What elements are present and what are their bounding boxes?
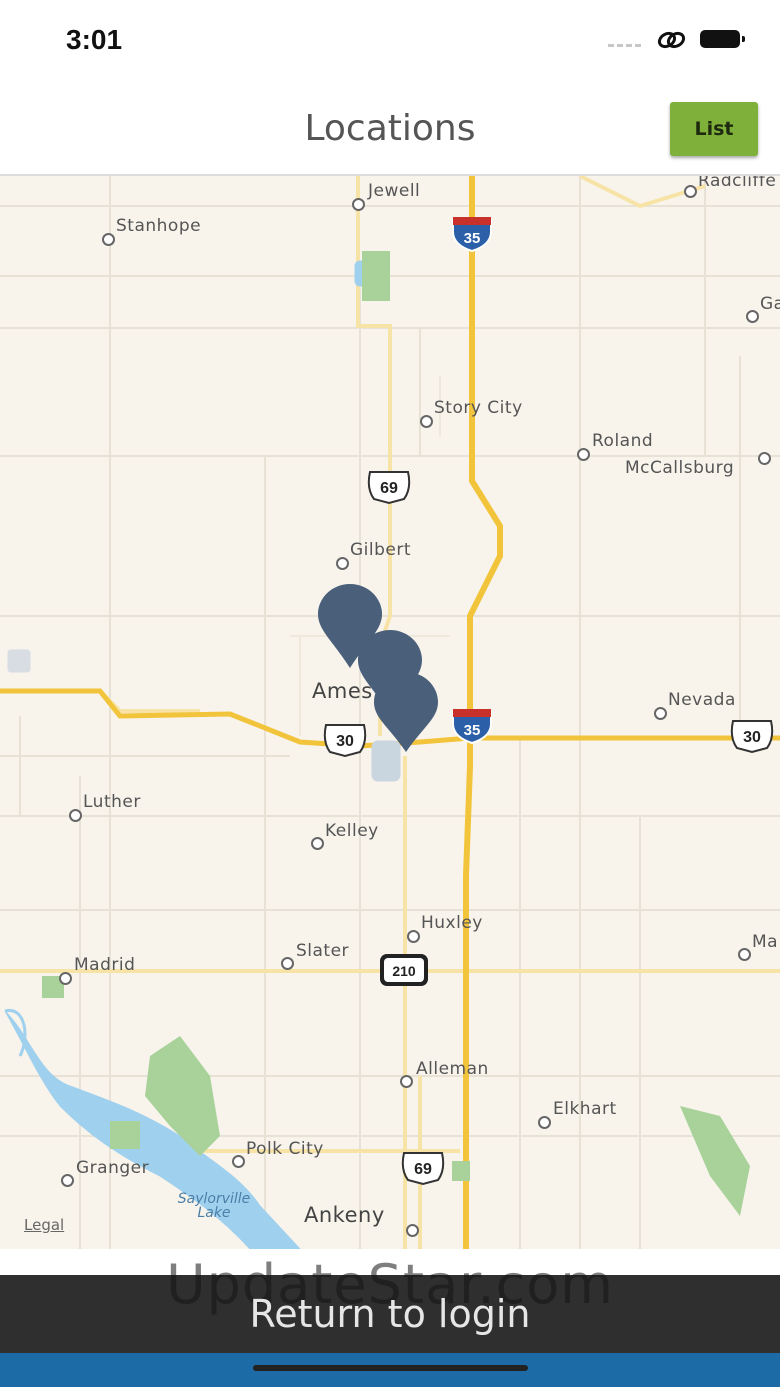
status-time: 3:01 [66, 24, 123, 55]
place-dot [654, 707, 667, 720]
signal-icon [608, 44, 650, 48]
place-label: Slater [296, 941, 350, 961]
state-210-shield: 210 [380, 954, 428, 986]
place-label: Nevada [668, 690, 736, 710]
place-dot [311, 837, 324, 850]
us-69-shield: 69 [367, 471, 411, 505]
shield-number: 69 [414, 1161, 432, 1178]
place-label: Granger [76, 1158, 150, 1178]
place-label: Huxley [421, 913, 483, 933]
place-dot [232, 1155, 245, 1168]
shield-number: 30 [743, 729, 761, 746]
place-dot [538, 1116, 551, 1129]
home-bar-area [0, 1353, 780, 1387]
location-pin[interactable] [372, 670, 440, 754]
place-label: Radcliffe [698, 176, 777, 191]
interstate-35-shield: 35 [452, 217, 492, 252]
lake-label: Saylorville Lake [177, 1191, 251, 1221]
place-dot [69, 809, 82, 822]
place-label: Kelley [325, 821, 379, 841]
place-dot [420, 415, 433, 428]
place-dot [738, 948, 751, 961]
page-title: Locations [304, 108, 476, 149]
place-dot [400, 1075, 413, 1088]
place-label: Ga [760, 294, 780, 314]
shield-number: 30 [336, 733, 354, 750]
battery-icon [700, 30, 745, 48]
place-dot [336, 557, 349, 570]
shield-number: 35 [464, 722, 481, 739]
place-label: Polk City [246, 1139, 324, 1159]
link-icon [657, 31, 686, 49]
place-dot [59, 972, 72, 985]
place-dot [352, 198, 365, 211]
place-dot [684, 185, 697, 198]
place-label: Luther [83, 792, 141, 812]
us-30-shield: 30 [730, 720, 774, 754]
us-69-shield: 69 [401, 1152, 445, 1186]
place-dot [406, 1224, 419, 1237]
place-dot [281, 957, 294, 970]
place-label: Ma [752, 932, 779, 952]
legal-link[interactable]: Legal [24, 1216, 64, 1234]
place-label: Madrid [74, 955, 136, 975]
interstate-35-shield: 35 [452, 709, 492, 744]
footer-bar: UpdateStar.com Return to login [0, 1253, 780, 1353]
shield-number: 69 [380, 480, 398, 497]
nav-bar: Locations List [0, 82, 780, 176]
place-dot [61, 1174, 74, 1187]
shield-number: 35 [464, 230, 481, 247]
list-button[interactable]: List [670, 102, 758, 156]
place-dot [746, 310, 759, 323]
status-bar: 3:01 [0, 0, 780, 82]
place-label: McCallsburg [625, 458, 735, 478]
place-label: Story City [434, 398, 523, 418]
place-label: Elkhart [553, 1099, 617, 1119]
place-label: Ankeny [304, 1203, 385, 1227]
place-dot [577, 448, 590, 461]
place-dot [758, 452, 771, 465]
place-dot [407, 930, 420, 943]
us-30-shield: 30 [323, 724, 367, 758]
map-view[interactable]: Jewell Radcliffe Stanhope Ga Story City … [0, 176, 780, 1249]
home-indicator[interactable] [253, 1365, 528, 1371]
place-label: Jewell [368, 181, 421, 201]
place-label: Gilbert [350, 540, 412, 560]
place-label: Stanhope [116, 216, 202, 236]
place-label: Alleman [416, 1059, 489, 1079]
place-label: Roland [592, 431, 654, 451]
shield-number: 210 [392, 963, 416, 979]
place-dot [102, 233, 115, 246]
return-to-login-button[interactable]: Return to login [0, 1275, 780, 1353]
